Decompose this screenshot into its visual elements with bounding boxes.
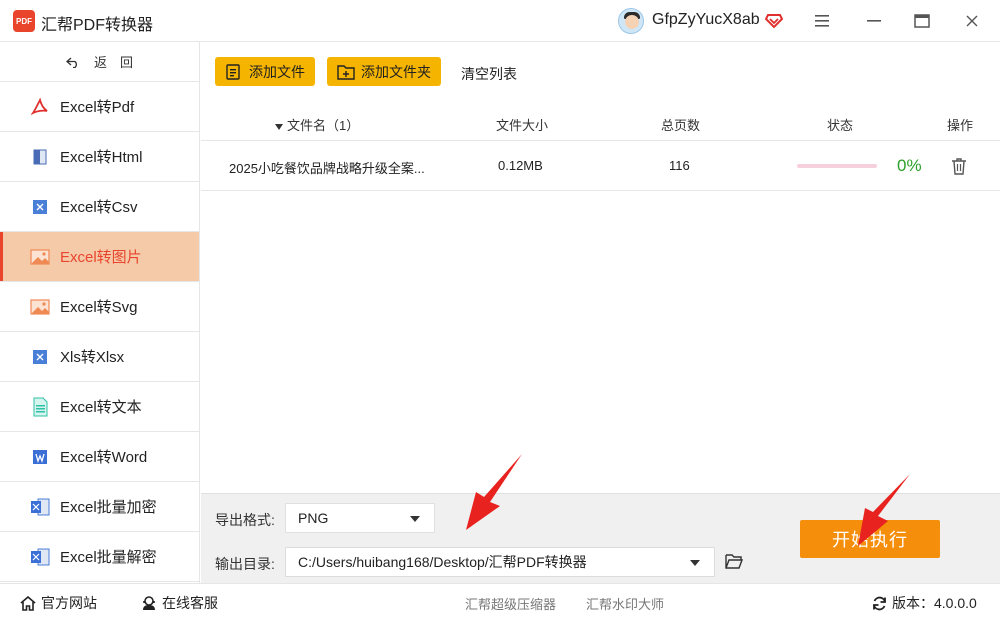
add-file-icon — [226, 63, 240, 80]
sidebar-item-excel-to-image[interactable]: Excel转图片 — [0, 232, 199, 282]
pdf-icon — [30, 97, 50, 117]
sidebar-item-excel-to-html[interactable]: Excel转Html — [0, 132, 199, 182]
sidebar-item-excel-decrypt[interactable]: Excel批量解密 — [0, 532, 199, 582]
dir-label: 输出目录: — [215, 556, 275, 572]
sidebar-item-label: Excel转文本 — [60, 399, 142, 416]
back-button[interactable]: 返 回 — [0, 42, 199, 82]
html-icon — [30, 147, 50, 167]
add-file-button[interactable]: 添加文件 — [215, 57, 315, 86]
maximize-icon[interactable] — [910, 10, 934, 32]
column-header-pages: 总页数 — [661, 118, 701, 133]
avatar[interactable] — [618, 8, 644, 34]
sidebar-item-label: Xls转Xlsx — [60, 349, 125, 366]
progress-bar — [797, 164, 877, 168]
file-name: 2025小吃餐饮品牌战略升级全案... — [229, 161, 425, 176]
support-link[interactable]: 在线客服 — [141, 593, 218, 613]
column-header-name[interactable]: 文件名（1） — [275, 115, 359, 134]
text-icon — [30, 397, 50, 417]
sidebar-item-excel-to-svg[interactable]: Excel转Svg — [0, 282, 199, 332]
watermark-link[interactable]: 汇帮水印大师 — [586, 594, 664, 613]
clear-list-button[interactable]: 清空列表 — [461, 64, 517, 84]
image-icon — [30, 247, 50, 267]
vip-diamond-icon[interactable] — [765, 11, 783, 29]
title-bar: PDF 汇帮PDF转换器 GfpZyYucX8ab — [0, 0, 1000, 42]
close-icon[interactable] — [960, 10, 984, 32]
refresh-icon — [873, 596, 886, 610]
excel-unlock-icon — [30, 547, 50, 567]
app-logo: PDF — [13, 10, 35, 32]
table-row[interactable]: 2025小吃餐饮品牌战略升级全案... 0.12MB 116 0% — [201, 142, 1000, 191]
website-link[interactable]: 官方网站 — [20, 593, 97, 613]
minimize-icon[interactable] — [862, 10, 886, 32]
output-dir-value: C:/Users/huibang168/Desktop/汇帮PDF转换器 — [298, 554, 587, 570]
compressor-link[interactable]: 汇帮超级压缩器 — [465, 594, 556, 613]
app-title: 汇帮PDF转换器 — [41, 17, 154, 34]
sidebar-item-excel-to-pdf[interactable]: Excel转Pdf — [0, 82, 199, 132]
sidebar-item-label: Excel转Csv — [60, 199, 138, 216]
sidebar-item-excel-to-csv[interactable]: Excel转Csv — [0, 182, 199, 232]
trash-icon[interactable] — [951, 157, 967, 175]
sidebar-item-label: Excel批量加密 — [60, 499, 157, 516]
table-header: 文件名（1） 文件大小 总页数 状态 操作 — [201, 104, 1000, 141]
start-button[interactable]: 开始执行 — [800, 520, 940, 558]
sidebar-item-label: Excel转Html — [60, 149, 143, 166]
home-icon — [20, 595, 36, 611]
excel-icon — [30, 347, 50, 367]
sidebar-item-label: Excel批量解密 — [60, 549, 157, 566]
image-icon — [30, 297, 50, 317]
add-folder-label: 添加文件夹 — [361, 63, 431, 80]
chevron-down-icon — [410, 516, 420, 522]
column-header-size: 文件大小 — [496, 118, 549, 133]
file-size: 0.12MB — [498, 158, 543, 173]
add-folder-button[interactable]: 添加文件夹 — [327, 57, 441, 86]
back-arrow-icon — [65, 57, 77, 68]
column-header-status: 状态 — [827, 118, 854, 133]
output-dir-select[interactable]: C:/Users/huibang168/Desktop/汇帮PDF转换器 — [285, 547, 715, 577]
sidebar-item-excel-to-word[interactable]: Excel转Word — [0, 432, 199, 482]
customer-service-icon — [143, 596, 155, 610]
sidebar-item-xls-to-xlsx[interactable]: Xls转Xlsx — [0, 332, 199, 382]
sidebar-item-label: Excel转图片 — [60, 249, 142, 266]
word-icon — [30, 447, 50, 467]
sidebar-item-label: Excel转Word — [60, 449, 148, 466]
column-header-action: 操作 — [947, 118, 974, 133]
main-panel: 添加文件 添加文件夹 清空列表 文件名（1） 文件大小 总页数 状态 操作 20… — [201, 42, 1000, 493]
toolbar: 添加文件 添加文件夹 清空列表 — [201, 42, 1000, 102]
sidebar-item-label: Excel转Pdf — [60, 99, 135, 116]
page-count: 116 — [669, 158, 690, 173]
format-value: PNG — [298, 510, 329, 526]
sort-down-icon — [275, 123, 283, 130]
version-info[interactable]: 版本：4.0.0.0 — [872, 593, 977, 613]
open-folder-icon[interactable] — [725, 553, 743, 569]
csv-icon — [30, 197, 50, 217]
back-label: 返 回 — [93, 55, 133, 70]
sidebar-item-excel-encrypt[interactable]: Excel批量加密 — [0, 482, 199, 532]
sidebar-item-label: Excel转Svg — [60, 299, 138, 316]
add-folder-icon — [337, 64, 355, 80]
menu-icon[interactable] — [810, 10, 834, 32]
username[interactable]: GfpZyYucX8ab — [652, 11, 760, 29]
progress-percent: 0% — [897, 156, 922, 175]
sidebar-item-excel-to-text[interactable]: Excel转文本 — [0, 382, 199, 432]
format-label: 导出格式: — [215, 512, 275, 528]
status-bar: 官方网站 在线客服 汇帮超级压缩器 汇帮水印大师 版本：4.0.0.0 — [0, 583, 1000, 617]
format-select[interactable]: PNG — [285, 503, 435, 533]
chevron-down-icon — [690, 560, 700, 566]
add-file-label: 添加文件 — [249, 63, 305, 80]
output-settings: 导出格式: PNG 输出目录: C:/Users/huibang168/Desk… — [201, 493, 1000, 583]
excel-lock-icon — [30, 497, 50, 517]
sidebar: 返 回 Excel转Pdf Excel转Html Excel转Csv Excel… — [0, 42, 200, 583]
